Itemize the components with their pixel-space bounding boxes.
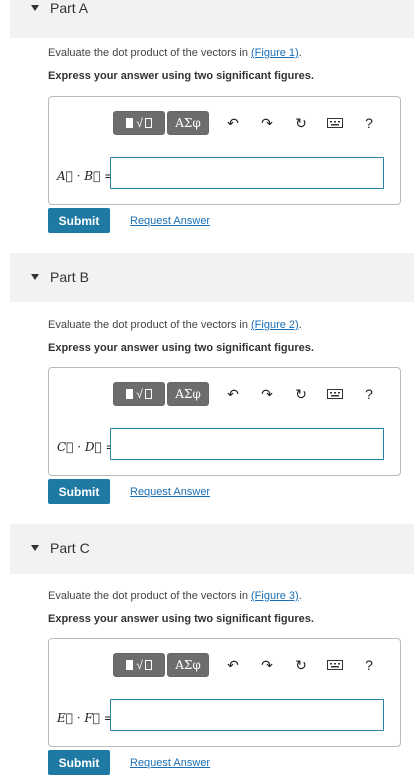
templates-button[interactable]: √ xyxy=(113,111,165,135)
answer-box: √ ΑΣφ ↶ ↷ ↻ ? C⃗ · D⃗ = xyxy=(48,367,401,476)
collapse-caret-icon[interactable] xyxy=(31,545,39,551)
templates-icon xyxy=(126,660,134,670)
request-answer-link[interactable]: Request Answer xyxy=(130,486,210,498)
figure-link[interactable]: (Figure 3) xyxy=(251,590,299,602)
greek-symbols-button[interactable]: ΑΣφ xyxy=(167,653,209,677)
question-text: Evaluate the dot product of the vectors … xyxy=(48,319,302,331)
answer-box: √ ΑΣφ ↶ ↷ ↻ ? E⃗ · F⃗ = xyxy=(48,638,401,747)
templates-button[interactable]: √ xyxy=(113,653,165,677)
question-text: Evaluate the dot product of the vectors … xyxy=(48,47,302,59)
redo-icon[interactable]: ↷ xyxy=(257,655,277,675)
answer-input[interactable] xyxy=(110,157,384,189)
keyboard-icon[interactable] xyxy=(325,113,345,133)
part-b-header[interactable]: Part B xyxy=(10,253,414,302)
greek-symbols-button[interactable]: ΑΣφ xyxy=(167,111,209,135)
answer-label: E⃗ · F⃗ = xyxy=(57,711,114,725)
request-answer-link[interactable]: Request Answer xyxy=(130,215,210,227)
templates-icon xyxy=(126,389,134,399)
figure-link[interactable]: (Figure 2) xyxy=(251,319,299,331)
collapse-caret-icon[interactable] xyxy=(31,274,39,280)
redo-icon[interactable]: ↷ xyxy=(257,384,277,404)
undo-icon[interactable]: ↶ xyxy=(223,384,243,404)
answer-input[interactable] xyxy=(110,699,384,731)
keyboard-icon[interactable] xyxy=(325,655,345,675)
part-title: Part A xyxy=(50,0,89,16)
undo-icon[interactable]: ↶ xyxy=(223,655,243,675)
instruction-text: Express your answer using two significan… xyxy=(48,613,314,625)
undo-icon[interactable]: ↶ xyxy=(223,113,243,133)
instruction-text: Express your answer using two significan… xyxy=(48,70,314,82)
answer-label: C⃗ · D⃗ = xyxy=(57,440,116,454)
figure-link[interactable]: (Figure 1) xyxy=(251,47,299,59)
reset-icon[interactable]: ↻ xyxy=(291,655,311,675)
reset-icon[interactable]: ↻ xyxy=(291,113,311,133)
greek-symbols-button[interactable]: ΑΣφ xyxy=(167,382,209,406)
help-button[interactable]: ? xyxy=(359,384,379,404)
part-title: Part B xyxy=(50,269,89,285)
redo-icon[interactable]: ↷ xyxy=(257,113,277,133)
templates-button[interactable]: √ xyxy=(113,382,165,406)
submit-button[interactable]: Submit xyxy=(48,479,110,504)
answer-input[interactable] xyxy=(110,428,384,460)
submit-button[interactable]: Submit xyxy=(48,750,110,775)
part-c-header[interactable]: Part C xyxy=(10,524,414,574)
request-answer-link[interactable]: Request Answer xyxy=(130,757,210,769)
help-button[interactable]: ? xyxy=(359,655,379,675)
help-button[interactable]: ? xyxy=(359,113,379,133)
templates-icon xyxy=(126,118,134,128)
answer-label: A⃗ · B⃗ = xyxy=(57,169,115,183)
instruction-text: Express your answer using two significan… xyxy=(48,342,314,354)
keyboard-icon[interactable] xyxy=(325,384,345,404)
part-a-header[interactable]: Part A xyxy=(10,0,414,38)
answer-box: √ ΑΣφ ↶ ↷ ↻ ? A⃗ · B⃗ = xyxy=(48,96,401,205)
submit-button[interactable]: Submit xyxy=(48,208,110,233)
part-title: Part C xyxy=(50,540,90,556)
question-text: Evaluate the dot product of the vectors … xyxy=(48,590,302,602)
reset-icon[interactable]: ↻ xyxy=(291,384,311,404)
collapse-caret-icon[interactable] xyxy=(31,5,39,11)
